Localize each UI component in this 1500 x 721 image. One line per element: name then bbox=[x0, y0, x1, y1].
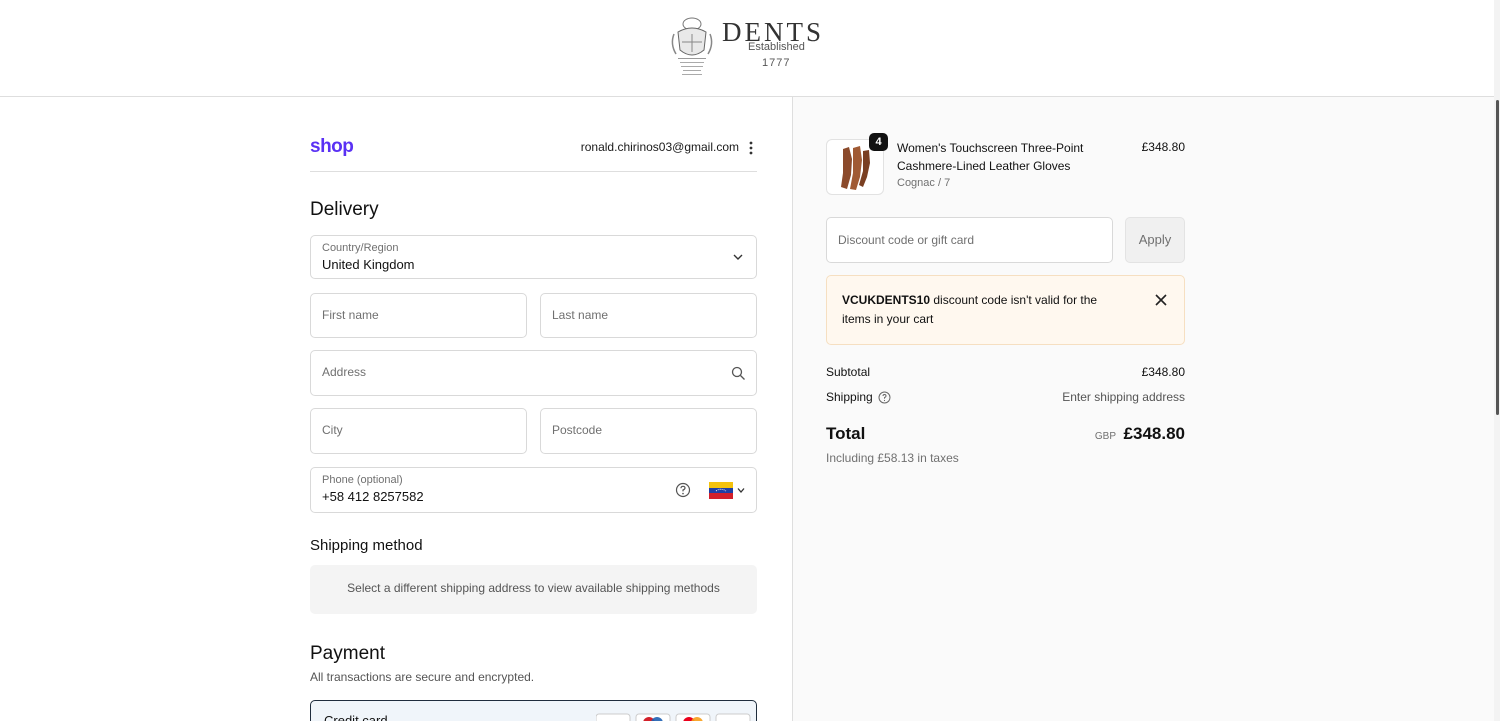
shipping-methods-notice: Select a different shipping address to v… bbox=[310, 565, 757, 614]
more-options-icon[interactable] bbox=[744, 139, 758, 157]
discount-placeholder: Discount code or gift card bbox=[838, 233, 975, 247]
shipping-value: Enter shipping address bbox=[1062, 390, 1185, 404]
city-placeholder: City bbox=[322, 423, 343, 437]
alert-message: VCUKDENTS10 discount code isn't valid fo… bbox=[842, 291, 1127, 329]
discount-error-alert: VCUKDENTS10 discount code isn't valid fo… bbox=[826, 275, 1185, 345]
total-value: £348.80 bbox=[1123, 424, 1185, 443]
discount-code-input[interactable]: Discount code or gift card bbox=[826, 217, 1113, 263]
country-select[interactable]: Country/Region United Kingdom bbox=[310, 235, 757, 279]
tax-note: Including £58.13 in taxes bbox=[826, 451, 959, 465]
shipping-help-icon[interactable] bbox=[878, 391, 891, 404]
first-name-placeholder: First name bbox=[322, 308, 379, 322]
account-divider bbox=[310, 171, 757, 172]
shipping-label: Shipping bbox=[826, 390, 873, 404]
total-label: Total bbox=[826, 424, 866, 443]
apply-discount-button[interactable]: Apply bbox=[1125, 217, 1185, 263]
payment-subtitle: All transactions are secure and encrypte… bbox=[310, 670, 535, 684]
address-input[interactable]: Address bbox=[310, 350, 757, 396]
order-summary-panel bbox=[792, 97, 1500, 721]
shipping-method-title: Shipping method bbox=[310, 537, 423, 554]
country-code-selector[interactable] bbox=[709, 482, 745, 500]
help-circle-icon[interactable] bbox=[675, 482, 691, 498]
city-input[interactable]: City bbox=[310, 408, 527, 454]
brand-year: 1777 bbox=[762, 57, 791, 69]
first-name-input[interactable]: First name bbox=[310, 293, 527, 338]
credit-card-label: Credit card bbox=[324, 713, 388, 721]
phone-label: Phone (optional) bbox=[322, 474, 403, 486]
last-name-placeholder: Last name bbox=[552, 308, 609, 322]
last-name-input[interactable]: Last name bbox=[540, 293, 757, 338]
quantity-badge: 4 bbox=[869, 133, 888, 151]
shipping-notice-text: Select a different shipping address to v… bbox=[347, 581, 720, 595]
postcode-placeholder: Postcode bbox=[552, 423, 603, 437]
venezuela-flag-icon bbox=[709, 482, 733, 499]
product-price: £348.80 bbox=[1141, 140, 1185, 154]
phone-value: +58 412 8257582 bbox=[322, 489, 424, 504]
search-icon[interactable] bbox=[731, 366, 746, 381]
postcode-input[interactable]: Postcode bbox=[540, 408, 757, 454]
phone-input[interactable]: Phone (optional) +58 412 8257582 bbox=[310, 467, 757, 513]
alert-discount-code: VCUKDENTS10 bbox=[842, 293, 931, 307]
delivery-title: Delivery bbox=[310, 199, 379, 220]
total-currency: GBP bbox=[1094, 431, 1116, 442]
close-icon[interactable] bbox=[1154, 293, 1168, 307]
site-header: DENTS Established 1777 bbox=[0, 0, 1500, 97]
card-brand-icons bbox=[596, 713, 751, 721]
scrollbar-thumb[interactable] bbox=[1496, 100, 1499, 415]
shop-pay-logo: shop bbox=[310, 136, 354, 157]
chevron-down-icon bbox=[737, 488, 745, 493]
account-email: ronald.chirinos03@gmail.com bbox=[580, 140, 739, 154]
leather-gloves-icon bbox=[841, 146, 870, 190]
dents-logo[interactable]: DENTS Established 1777 bbox=[668, 14, 838, 80]
country-label: Country/Region bbox=[322, 242, 399, 254]
product-variant: Cognac / 7 bbox=[897, 177, 951, 189]
address-placeholder: Address bbox=[322, 365, 367, 379]
country-value: United Kingdom bbox=[322, 257, 415, 272]
credit-card-option[interactable]: Credit card bbox=[310, 700, 757, 721]
payment-title: Payment bbox=[310, 643, 385, 664]
chevron-down-icon bbox=[733, 254, 743, 260]
subtotal-value: £348.80 bbox=[1141, 365, 1185, 379]
crest-icon bbox=[671, 17, 713, 75]
brand-tagline: Established bbox=[748, 41, 805, 53]
product-name: Women's Touchscreen Three-Point Cashmere… bbox=[897, 141, 1084, 173]
subtotal-label: Subtotal bbox=[826, 365, 871, 379]
